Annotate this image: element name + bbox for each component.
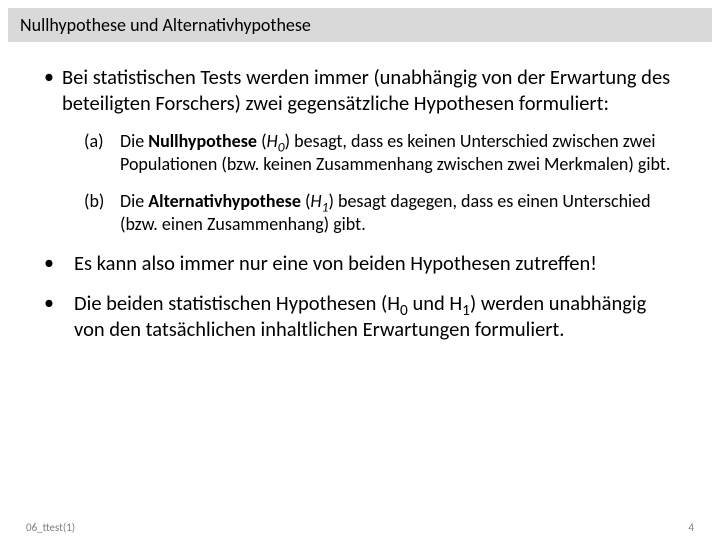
- sub-list: (a) Die Nullhypothese (H0) besagt, dass …: [44, 130, 676, 236]
- sub-text: Die Alternativhypothese (H1) besagt dage…: [120, 190, 676, 236]
- bullet-dot: •: [44, 64, 62, 116]
- sub-marker: (a): [84, 130, 120, 176]
- bullet-text: Es kann also immer nur eine von beiden H…: [62, 250, 597, 276]
- bullet-text: Die beiden statistischen Hypothesen (H0 …: [62, 290, 676, 342]
- page-number: 4: [688, 521, 694, 534]
- content-area: • Bei statistischen Tests werden immer (…: [0, 42, 720, 342]
- bullet-text: Bei statistischen Tests werden immer (un…: [62, 64, 676, 116]
- sub-item: (b) Die Alternativhypothese (H1) besagt …: [84, 190, 676, 236]
- bullet-dot: •: [44, 250, 62, 276]
- title-bar: Nullhypothese und Alternativhypothese: [8, 8, 712, 42]
- bullet-item: • Es kann also immer nur eine von beiden…: [44, 250, 676, 276]
- footer-left: 06_ttest(1): [26, 521, 75, 534]
- footer: 06_ttest(1) 4: [26, 521, 694, 534]
- slide: Nullhypothese und Alternativhypothese • …: [0, 8, 720, 548]
- sub-marker: (b): [84, 190, 120, 236]
- bullet-dot: •: [44, 290, 62, 342]
- slide-title: Nullhypothese und Alternativhypothese: [20, 14, 700, 36]
- bullet-item: • Bei statistischen Tests werden immer (…: [44, 64, 676, 116]
- bullet-item: • Die beiden statistischen Hypothesen (H…: [44, 290, 676, 342]
- sub-item: (a) Die Nullhypothese (H0) besagt, dass …: [84, 130, 676, 176]
- sub-text: Die Nullhypothese (H0) besagt, dass es k…: [120, 130, 676, 176]
